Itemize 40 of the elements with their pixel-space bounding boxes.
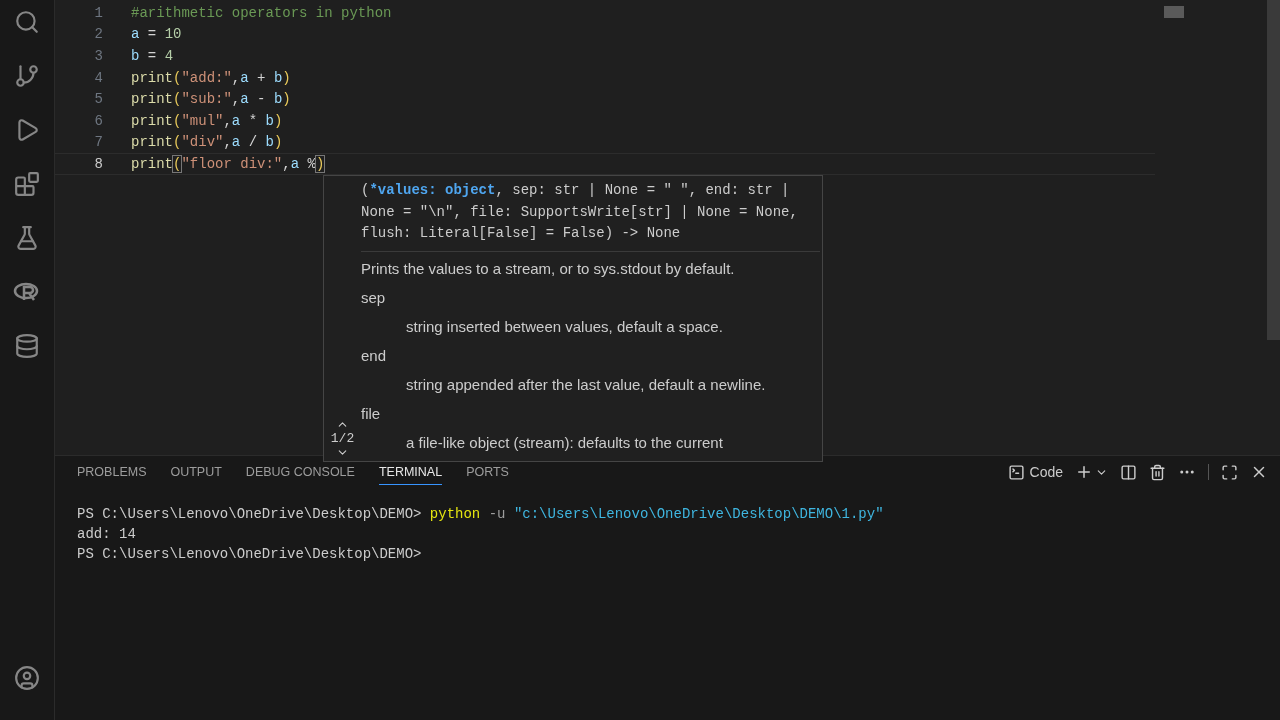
terminal-line: add: 14 bbox=[77, 525, 137, 544]
code-line: print("sub:",a - b) bbox=[131, 91, 291, 108]
split-icon[interactable] bbox=[1120, 463, 1137, 481]
line-number: 6 bbox=[93, 112, 103, 129]
code-line: print("div",a / b) bbox=[131, 134, 283, 151]
r-logo-icon[interactable] bbox=[13, 281, 41, 303]
scrollbar-thumb[interactable] bbox=[1267, 0, 1280, 340]
line-number: 4 bbox=[93, 69, 103, 86]
panel-tab[interactable]: OUTPUT bbox=[170, 459, 222, 485]
function-signature: (*values: object, sep: str | None = " ", end: str | None = "\n", file: SupportsWrite[str] | None = None, flush: Literal[False] = False) -> None bbox=[361, 176, 820, 252]
code-line: b = 4 bbox=[131, 48, 174, 64]
trash-icon[interactable] bbox=[1149, 463, 1166, 481]
line-number: 5 bbox=[93, 91, 103, 108]
panel-tab[interactable]: PORTS bbox=[466, 459, 509, 485]
terminal-line: PS C:\Users\Lenovo\OneDrive\Desktop\DEMO> python -u "c:\Users\Lenovo\OneDrive\Desktop\DEMO\1.py" bbox=[77, 505, 885, 524]
line-number: 7 bbox=[93, 134, 103, 151]
code-line: print("mul",a * b) bbox=[131, 112, 283, 129]
param-description: string inserted between values, default a space. bbox=[406, 317, 724, 336]
panel-tab[interactable]: TERMINAL bbox=[378, 459, 443, 485]
param-name: end bbox=[361, 346, 388, 365]
code-line: a = 10 bbox=[131, 26, 182, 43]
code-line: print("add:",a + b) bbox=[131, 69, 291, 86]
param-description: string appended after the last value, default a newline. bbox=[406, 375, 767, 394]
terminal-line: PS C:\Users\Lenovo\OneDrive\Desktop\DEMO> bbox=[77, 545, 423, 564]
line-number: 1 bbox=[93, 4, 103, 21]
page-counter: 1/2 bbox=[330, 431, 355, 446]
terminal-icon bbox=[1007, 463, 1025, 481]
code-line: #arithmetic operators in python bbox=[131, 4, 392, 21]
plus-icon[interactable] bbox=[1075, 463, 1093, 481]
line-number: 8 bbox=[93, 155, 103, 172]
line-number: 2 bbox=[93, 26, 103, 43]
terminal-selector[interactable]: Code bbox=[1007, 463, 1063, 481]
line-number: 3 bbox=[93, 48, 103, 64]
doc-description: Prints the values to a stream, or to sys.stdout by default. bbox=[361, 258, 736, 278]
panel-tab[interactable]: DEBUG CONSOLE bbox=[245, 459, 355, 485]
param-name: sep bbox=[361, 288, 387, 307]
panel-tab[interactable]: PROBLEMS bbox=[77, 459, 147, 485]
maximize-icon[interactable] bbox=[1221, 463, 1238, 481]
param-description: a file-like object (stream): defaults to the current bbox=[406, 433, 724, 452]
param-name: file bbox=[361, 404, 382, 423]
